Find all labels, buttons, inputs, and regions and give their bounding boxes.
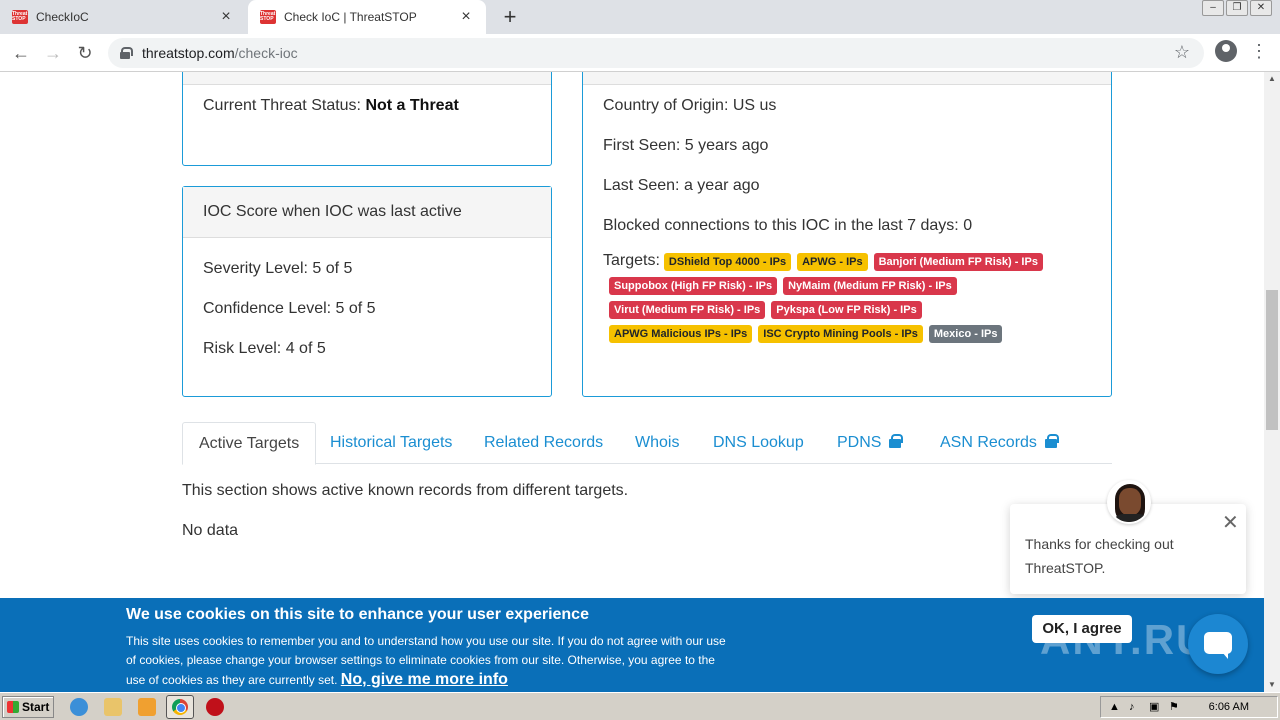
chrome-icon	[172, 699, 188, 715]
new-tab-button[interactable]: +	[498, 4, 522, 30]
threat-status-text: Current Threat Status: Not a Threat	[203, 97, 459, 115]
cookie-title: We use cookies on this site to enhance y…	[126, 606, 589, 623]
cookie-body: This site uses cookies to remember you a…	[126, 632, 736, 690]
tab-related-records[interactable]: Related Records	[468, 422, 619, 464]
more-info-link[interactable]: No, give me more info	[341, 671, 508, 688]
restore-button[interactable]: ❐	[1226, 0, 1248, 16]
country-of-origin: Country of Origin: US us	[603, 97, 777, 114]
threat-status-card: Current Threat Status: Not a Threat	[182, 72, 552, 166]
tab-title: CheckIoC	[36, 10, 89, 24]
scroll-thumb[interactable]	[1266, 290, 1278, 430]
tab-close-icon[interactable]: ×	[218, 8, 234, 26]
ie-icon[interactable]	[70, 698, 88, 716]
padlock-icon	[889, 434, 904, 448]
close-window-button[interactable]: ✕	[1250, 0, 1272, 16]
section-description: This section shows active known records …	[182, 482, 629, 499]
last-seen: Last Seen: a year ago	[603, 177, 760, 194]
no-data-text: No data	[182, 522, 239, 539]
target-badge[interactable]: Mexico - IPs	[928, 325, 1003, 343]
network-icon[interactable]: ▣	[1149, 701, 1161, 713]
minimize-button[interactable]: –	[1202, 0, 1224, 16]
target-badge[interactable]: Virut (Medium FP Risk) - IPs	[609, 301, 766, 319]
lock-icon	[120, 47, 133, 59]
targets-label: Targets:	[603, 252, 660, 269]
address-bar-row: ← → ↻ threatstop.com/check-ioc ☆	[0, 34, 1280, 72]
tab-title: Check IoC | ThreatSTOP	[284, 10, 417, 24]
stop-icon[interactable]	[206, 698, 224, 716]
browser-tab-bar: Threat STOP CheckIoC × Threat STOP Check…	[0, 0, 1280, 34]
windows-flag-icon	[7, 701, 19, 713]
browser-menu-icon[interactable]: ⋮	[1250, 40, 1268, 62]
ioc-score-header: IOC Score when IOC was last active	[183, 187, 551, 238]
account-avatar-icon[interactable]	[1215, 40, 1237, 62]
chat-close-icon[interactable]: ✕	[1222, 513, 1239, 533]
target-badge[interactable]: DShield Top 4000 - IPs	[663, 253, 792, 271]
flag-icon[interactable]: ⚑	[1169, 701, 1181, 713]
tray-expand-icon[interactable]: ▲	[1109, 701, 1121, 713]
scroll-down-arrow-icon[interactable]: ▼	[1264, 678, 1280, 692]
ioc-score-card: IOC Score when IOC was last active Sever…	[182, 186, 552, 397]
tab-active-targets[interactable]: Active Targets	[182, 422, 317, 465]
bookmark-star-icon[interactable]: ☆	[1174, 42, 1190, 63]
window-controls: – ❐ ✕	[1202, 0, 1272, 16]
confidence-level: Confidence Level: 5 of 5	[203, 300, 376, 317]
threatstop-favicon-icon: Threat STOP	[260, 10, 276, 24]
threat-status-label: Current Threat Status:	[203, 97, 361, 114]
start-label: Start	[22, 700, 50, 714]
page-viewport: Current Threat Status: Not a Threat IOC …	[0, 72, 1264, 692]
padlock-icon	[1044, 434, 1059, 448]
targets-list: Targets: DShield Top 4000 - IPs APWG - IPs…	[603, 249, 1083, 345]
records-tabs: Active Targets Historical Targets Relate…	[182, 422, 1112, 465]
tab-dns-lookup[interactable]: DNS Lookup	[697, 422, 820, 464]
tab-close-icon[interactable]: ×	[458, 8, 474, 26]
tab-asn-records[interactable]: ASN Records	[924, 422, 1073, 464]
risk-level: Risk Level: 4 of 5	[203, 340, 326, 357]
target-badge[interactable]: Suppobox (High FP Risk) - IPs	[609, 277, 778, 295]
target-badge[interactable]: APWG Malicious IPs - IPs	[609, 325, 753, 343]
url-domain: threatstop.com	[142, 45, 235, 61]
blocked-connections: Blocked connections to this IOC in the l…	[603, 217, 973, 234]
card-header	[183, 72, 551, 85]
target-badge[interactable]: APWG - IPs	[797, 253, 868, 271]
clock: 6:06 AM	[1208, 701, 1249, 713]
target-badge[interactable]: ISC Crypto Mining Pools - IPs	[758, 325, 923, 343]
url-omnibox[interactable]: threatstop.com/check-ioc ☆	[108, 38, 1204, 68]
threat-status-value: Not a Threat	[365, 97, 459, 114]
page-scrollbar[interactable]: ▲ ▼	[1264, 72, 1280, 692]
forward-arrow-icon[interactable]: →	[42, 42, 64, 64]
volume-icon[interactable]: ♪	[1129, 701, 1141, 713]
tab-label: ASN Records	[940, 434, 1037, 451]
target-badge[interactable]: Pykspa (Low FP Risk) - IPs	[771, 301, 922, 319]
first-seen: First Seen: 5 years ago	[603, 137, 769, 154]
system-tray: ▲ ♪ ▣ ⚑ 6:06 AM	[1100, 696, 1278, 718]
scroll-up-arrow-icon[interactable]: ▲	[1264, 72, 1280, 86]
target-badge[interactable]: NyMaim (Medium FP Risk) - IPs	[783, 277, 957, 295]
cookie-banner: We use cookies on this site to enhance y…	[0, 598, 1264, 692]
chrome-taskbar-button[interactable]	[166, 695, 194, 719]
windows-taskbar: Start ▲ ♪ ▣ ⚑ 6:06 AM	[0, 692, 1280, 720]
folder-icon[interactable]	[104, 698, 122, 716]
browser-tab-check-ioc-threatstop[interactable]: Threat STOP Check IoC | ThreatSTOP ×	[248, 0, 486, 34]
tab-historical-targets[interactable]: Historical Targets	[314, 422, 468, 464]
tab-label: PDNS	[837, 434, 882, 451]
target-badge[interactable]: Banjori (Medium FP Risk) - IPs	[873, 253, 1043, 271]
agent-avatar	[1107, 480, 1151, 524]
browser-tab-checkioc[interactable]: Threat STOP CheckIoC ×	[0, 0, 246, 34]
chat-bubble-icon	[1204, 632, 1232, 659]
threatstop-favicon-icon: Threat STOP	[12, 10, 28, 24]
back-arrow-icon[interactable]: ←	[10, 42, 32, 64]
agree-button[interactable]: OK, I agree	[1032, 615, 1132, 643]
media-player-icon[interactable]	[138, 698, 156, 716]
ioc-info-card: Country of Origin: US us First Seen: 5 y…	[582, 72, 1112, 397]
card-header	[583, 72, 1111, 85]
url-path: /check-ioc	[234, 45, 298, 61]
tab-whois[interactable]: Whois	[619, 422, 695, 464]
severity-level: Severity Level: 5 of 5	[203, 260, 353, 277]
reload-icon[interactable]: ↻	[74, 42, 96, 64]
chat-message: Thanks for checking out ThreatSTOP.	[1025, 536, 1174, 576]
chat-launcher-button[interactable]	[1188, 614, 1248, 674]
start-button[interactable]: Start	[2, 696, 54, 718]
tab-pdns[interactable]: PDNS	[821, 422, 917, 464]
